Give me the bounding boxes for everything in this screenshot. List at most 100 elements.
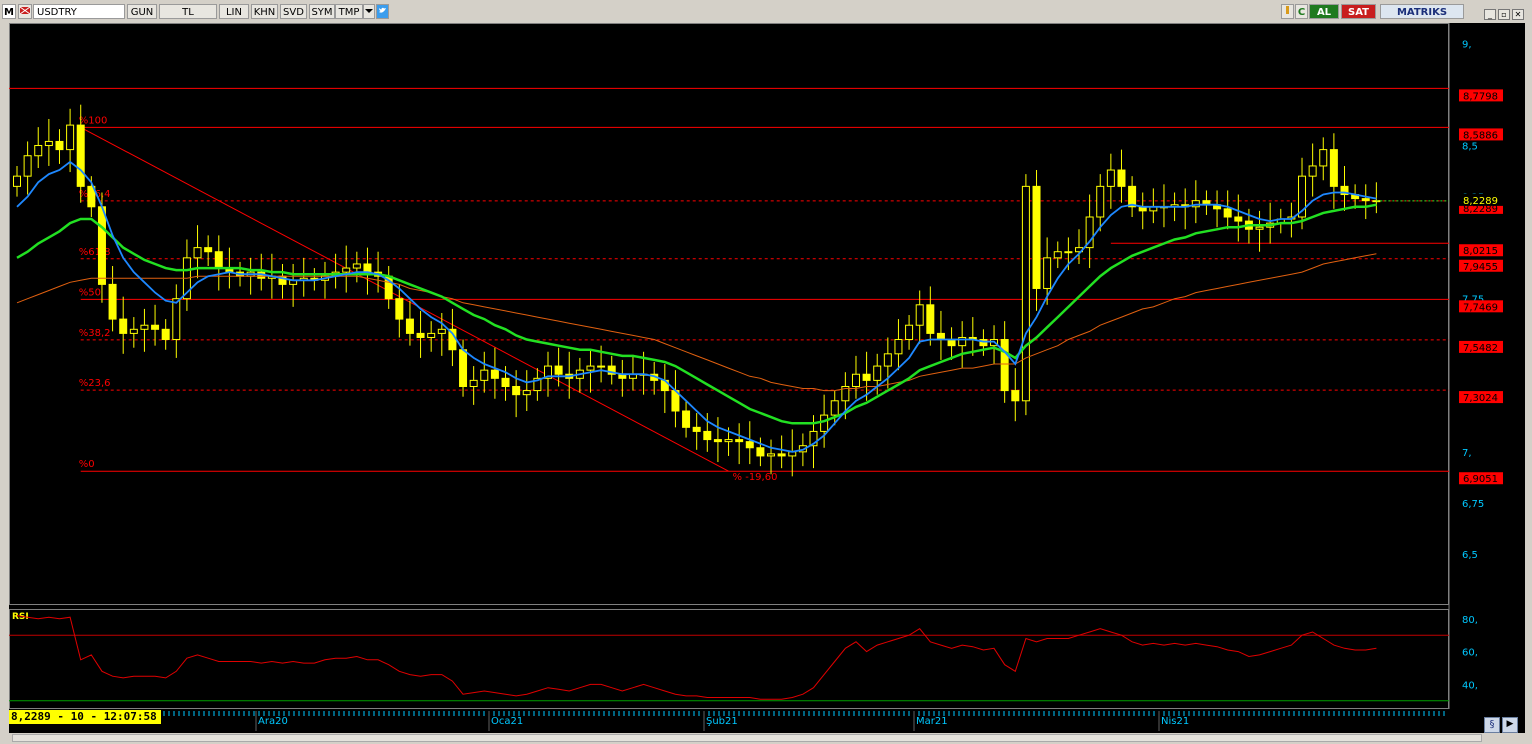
candle-body	[1053, 251, 1062, 259]
period-button[interactable]: GUN	[127, 4, 157, 19]
rsi-panel-frame	[9, 609, 1449, 709]
candle-body	[437, 328, 446, 334]
candle-body	[703, 430, 712, 441]
rsi-line	[16, 615, 1377, 700]
dropdown-arrow-icon[interactable]	[363, 4, 375, 19]
currency-button[interactable]: TL	[159, 4, 217, 19]
candle-body	[926, 304, 935, 334]
candle-body	[1234, 216, 1243, 222]
candle-body	[13, 175, 21, 187]
candle-body	[682, 410, 691, 428]
candle-body	[469, 379, 478, 387]
candle-body	[862, 373, 871, 381]
candle-body	[883, 353, 892, 367]
fib-label: %23,6	[79, 378, 111, 389]
candle-body	[44, 140, 53, 147]
y-tick-label: 8,5	[1462, 142, 1478, 153]
pencil-icon[interactable]	[1281, 4, 1294, 19]
app-logo-icon[interactable]: M	[2, 4, 16, 19]
price-box-label: 8,5886	[1463, 130, 1498, 141]
close-icon[interactable]: ✕	[1512, 9, 1524, 20]
restore-icon[interactable]: ▫	[1498, 9, 1510, 20]
candle-body	[151, 324, 160, 330]
y-tick-label: 6,5	[1462, 550, 1478, 561]
candle-body	[161, 328, 170, 341]
fib-label: %50	[79, 287, 101, 298]
candle-body	[1096, 185, 1105, 218]
candle-body	[204, 247, 213, 253]
candle-body	[522, 390, 531, 396]
candle-body	[97, 206, 106, 285]
candle-body	[597, 365, 606, 368]
rsi-y-tick-label: 80,	[1462, 615, 1478, 626]
candle-body	[735, 439, 744, 443]
candle-body	[34, 145, 43, 157]
candle-button[interactable]: KHN	[251, 4, 278, 19]
scale-button[interactable]: LIN	[219, 4, 249, 19]
candle-body	[76, 124, 85, 187]
candle-body	[108, 283, 117, 320]
brand-logo: MATRIKS	[1380, 4, 1464, 19]
flag-icon[interactable]	[18, 4, 32, 19]
x-tick-label: Nis21	[1161, 716, 1189, 727]
chart-settings-icon[interactable]: §	[1484, 717, 1500, 733]
twitter-icon[interactable]	[376, 4, 389, 19]
candle-body	[23, 155, 32, 177]
candle-body	[1308, 165, 1317, 177]
template-button[interactable]: TMP	[335, 4, 363, 19]
sell-button[interactable]: SAT	[1341, 4, 1376, 19]
price-box-label: 6,9051	[1463, 474, 1498, 485]
candle-body	[1223, 208, 1232, 218]
status-bar: 8,2289 - 10 - 12:07:58	[9, 710, 161, 724]
candle-body	[342, 267, 351, 273]
candle-body	[1319, 149, 1328, 167]
price-box-label: 7,7469	[1463, 302, 1498, 313]
candle-body	[214, 251, 223, 269]
candle-body	[830, 400, 839, 416]
rsi-y-tick-label: 40,	[1462, 680, 1478, 691]
x-tick-label: Mar21	[916, 716, 948, 727]
buy-button[interactable]: AL	[1309, 4, 1339, 19]
candle-body	[172, 298, 181, 341]
candle-body	[405, 318, 414, 334]
candle-body	[554, 365, 563, 375]
candle-body	[745, 441, 754, 449]
scroll-track[interactable]	[12, 734, 1482, 742]
x-tick-label: Ara20	[258, 716, 288, 727]
candle-body	[905, 324, 914, 341]
candle-body	[1361, 198, 1370, 202]
candle-body	[1000, 339, 1009, 392]
candle-body	[586, 365, 595, 371]
candle-body	[1032, 185, 1041, 289]
refresh-icon[interactable]: C	[1295, 4, 1308, 19]
y-tick-label: 7,	[1462, 448, 1472, 459]
symbol-button[interactable]: SYM	[309, 4, 335, 19]
price-chart[interactable]: %100%76,4%61,8%50%38,2%23,6%0% -19,609,8…	[9, 23, 1525, 733]
candle-body	[395, 298, 404, 320]
candle-body	[55, 140, 64, 151]
candle-body	[947, 339, 956, 347]
price-panel-frame	[9, 23, 1449, 605]
candle-body	[193, 247, 202, 259]
candle-body	[66, 124, 75, 151]
candle-body	[1043, 257, 1052, 289]
candle-body	[129, 328, 138, 334]
x-tick-label: Oca21	[491, 716, 523, 727]
candle-body	[767, 453, 776, 457]
price-box-label: 7,5482	[1463, 343, 1498, 354]
candle-body	[459, 349, 468, 387]
candle-body	[501, 377, 510, 387]
x-tick-label: Şub21	[706, 716, 738, 727]
candle-body	[851, 373, 860, 387]
save-button[interactable]: SVD	[280, 4, 307, 19]
candle-body	[756, 447, 765, 457]
fib-label: %38,2	[79, 328, 111, 339]
chart-panel[interactable]: %100%76,4%61,8%50%38,2%23,6%0% -19,609,8…	[9, 23, 1525, 733]
y-tick-label: 6,75	[1462, 499, 1484, 510]
scroll-right-icon[interactable]: ▶	[1502, 717, 1518, 733]
minimize-icon[interactable]: _	[1484, 9, 1496, 20]
candle-body	[1128, 185, 1137, 208]
horizontal-scrollbar[interactable]: § ▶	[0, 717, 1532, 744]
symbol-input[interactable]: USDTRY	[33, 4, 125, 19]
rsi-y-tick-label: 60,	[1462, 648, 1478, 659]
